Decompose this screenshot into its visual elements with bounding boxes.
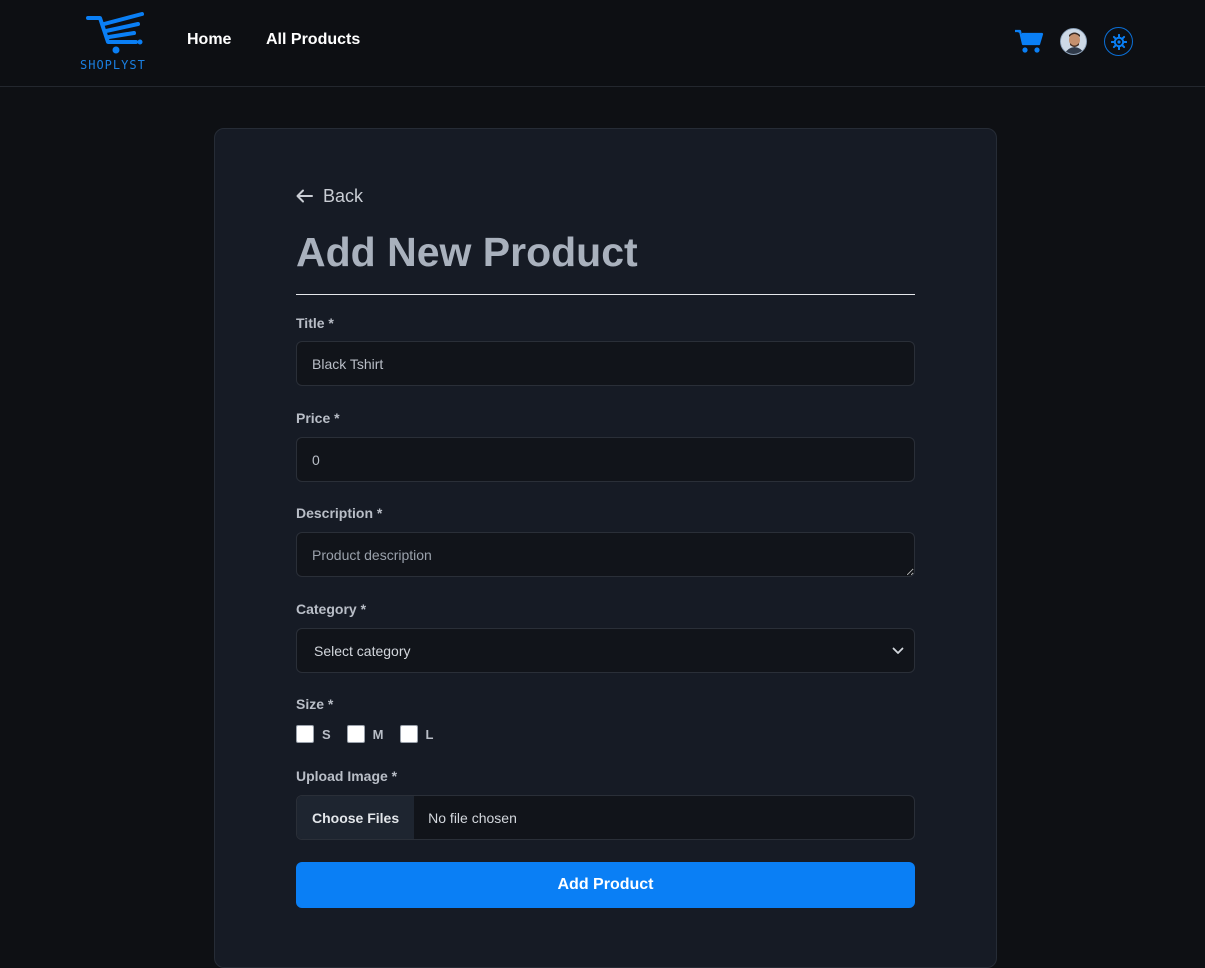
nav-home[interactable]: Home (187, 31, 231, 49)
size-s-checkbox[interactable] (296, 725, 314, 743)
settings-icon[interactable] (1104, 27, 1133, 56)
description-textarea[interactable] (296, 532, 915, 577)
image-label: Upload Image * (296, 768, 398, 784)
nav-all-products[interactable]: All Products (266, 31, 360, 49)
avatar[interactable] (1060, 28, 1087, 55)
size-m-label: M (372, 726, 384, 742)
image-upload-field[interactable]: Choose Files No file chosen (296, 795, 915, 840)
size-m-checkbox[interactable] (346, 725, 365, 743)
logo[interactable]: SHOPLYST (80, 10, 152, 74)
size-option-l: L (399, 725, 434, 743)
cart-logo-icon (86, 12, 144, 54)
brand-name: SHOPLYST (80, 58, 146, 72)
price-input[interactable] (296, 437, 915, 482)
size-s-label: S (322, 726, 331, 742)
add-product-button[interactable]: Add Product (296, 862, 915, 908)
back-label: Back (323, 185, 364, 206)
size-label: Size * (296, 696, 334, 712)
size-option-s: S (296, 725, 331, 743)
title-input[interactable] (296, 341, 915, 386)
size-option-m: M (346, 725, 384, 743)
description-label: Description * (296, 505, 383, 521)
category-label: Category * (296, 601, 367, 617)
page-title: Add New Product (296, 229, 638, 275)
chevron-down-icon (892, 647, 904, 654)
category-select[interactable]: Select category (296, 628, 915, 673)
size-l-label: L (425, 726, 434, 742)
size-l-checkbox[interactable] (399, 725, 418, 743)
arrow-left-icon (296, 189, 313, 203)
file-status: No file chosen (428, 809, 517, 826)
cart-icon[interactable] (1014, 28, 1044, 54)
title-label: Title * (296, 315, 334, 331)
title-divider (296, 294, 915, 295)
choose-files-button[interactable]: Choose Files (297, 796, 415, 839)
category-selected-value: Select category (314, 642, 411, 659)
back-button[interactable]: Back (296, 185, 363, 207)
size-options: S M L (296, 725, 449, 743)
price-label: Price * (296, 410, 340, 426)
navbar: SHOPLYST Home All Products (0, 0, 1205, 87)
